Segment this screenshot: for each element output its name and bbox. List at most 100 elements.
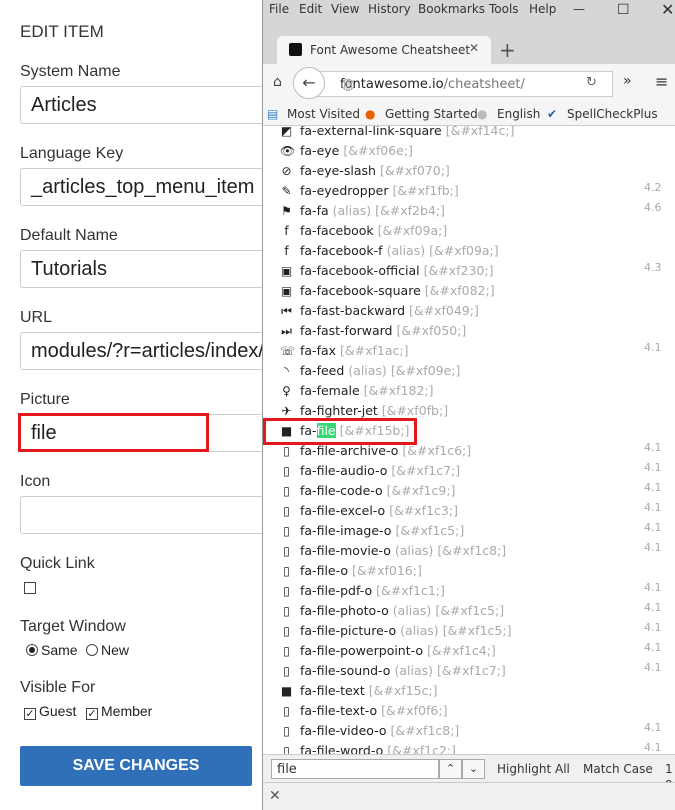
icon-class: fa-file-text — [300, 683, 365, 698]
unicode-code: [&#xf1c3;] — [389, 503, 458, 518]
icon-list-item: ▯ fa-file-excel-o [&#xf1c3;] 4.1 — [263, 501, 675, 521]
icon-name: fa-file-word-o [&#xf1c2;] — [300, 743, 456, 754]
version-label: 4.1 — [644, 341, 662, 354]
icon-list-item: ▯ fa-file-powerpoint-o [&#xf1c4;] 4.1 — [263, 641, 675, 661]
home-icon[interactable]: ⌂ — [273, 74, 282, 90]
unicode-code: [&#xf1c6;] — [402, 443, 472, 458]
menu-history[interactable]: History — [368, 2, 411, 16]
back-icon[interactable]: ← — [293, 67, 325, 99]
unicode-code: [&#xf1c7;] — [391, 463, 461, 478]
icon-name: fa-file-archive-o [&#xf1c6;] — [300, 443, 471, 458]
icon-name: fa-file-pdf-o [&#xf1c1;] — [300, 583, 445, 598]
icon-class: fa-file-image-o — [300, 523, 392, 538]
menu-file[interactable]: File — [269, 2, 289, 16]
version-label: 4.1 — [644, 661, 662, 674]
form-title: EDIT ITEM — [20, 22, 104, 41]
unicode-code: [&#xf1c8;] — [390, 723, 460, 738]
icon-class: fa-fax — [300, 343, 337, 358]
bookmark-getting-started[interactable]: Getting Started — [385, 107, 478, 121]
alias-tag: (alias) — [394, 663, 433, 678]
bookmark-spellcheckplus[interactable]: SpellCheckPlus — [567, 107, 658, 121]
reload-icon[interactable]: ↻ — [586, 75, 597, 90]
hamburger-menu-icon[interactable]: ≡ — [655, 72, 668, 91]
visible-guest-checkbox[interactable]: ✓ Guest — [24, 703, 76, 720]
icon-list-item: ✎ fa-eyedropper [&#xf1fb;] 4.2 — [263, 181, 675, 201]
match-case-toggle[interactable]: Match Case — [583, 762, 653, 776]
maximize-icon[interactable]: ☐ — [617, 2, 630, 18]
glyph-icon: f — [284, 224, 289, 238]
icon-list-item: ▯ fa-file-sound-o (alias) [&#xf1c7;] 4.1 — [263, 661, 675, 681]
tab-title: Font Awesome Cheatsheet — [310, 43, 471, 57]
glyph-icon: ◩ — [280, 126, 293, 138]
save-changes-button[interactable]: SAVE CHANGES — [20, 746, 252, 786]
unicode-code: [&#xf06e;] — [343, 143, 413, 158]
glyph-icon: ♀ — [282, 384, 291, 398]
version-label: 4.1 — [644, 721, 662, 734]
close-find-icon[interactable]: ✕ — [269, 788, 281, 804]
icon-name: fa-external-link-square [&#xf14c;] — [300, 126, 514, 138]
alias-tag: (alias) — [394, 543, 434, 558]
find-next-button[interactable]: ⌄ — [462, 759, 485, 779]
glyph-icon: ▣ — [280, 284, 293, 298]
glyph-icon: ☏ — [280, 344, 296, 358]
url-input[interactable]: modules/?r=articles/index/ — [20, 332, 280, 370]
glyph-icon: ▣ — [280, 264, 293, 278]
unicode-code: [&#xf1c1;] — [376, 583, 445, 598]
target-same-label: Same — [41, 642, 78, 658]
menu-bookmarks[interactable]: Bookmarks — [418, 2, 485, 16]
highlight-box — [18, 413, 209, 452]
language-key-input[interactable]: _articles_top_menu_item — [20, 168, 280, 206]
new-tab-icon[interactable]: + — [499, 38, 516, 62]
target-same-radio[interactable]: Same — [26, 642, 78, 658]
icon-class: fa-eyedropper — [300, 183, 389, 198]
icon-class: fa-file-picture-o — [300, 623, 397, 638]
glyph-icon: ⊘ — [281, 164, 292, 178]
menu-view[interactable]: View — [331, 2, 359, 16]
glyph-icon: ■ — [280, 684, 293, 698]
icon-name: fa-fast-backward [&#xf049;] — [300, 303, 479, 318]
version-label: 4.1 — [644, 541, 662, 554]
menu-edit[interactable]: Edit — [299, 2, 322, 16]
icon-name: fa-eye [&#xf06e;] — [300, 143, 413, 158]
close-window-icon[interactable]: ✕ — [661, 0, 674, 19]
visible-member-checkbox[interactable]: ✓ Member — [86, 703, 152, 720]
system-name-label: System Name — [20, 63, 121, 80]
highlight-all-toggle[interactable]: Highlight All — [497, 762, 570, 776]
glyph-icon: ▯ — [283, 744, 290, 754]
icon-name: fa-fighter-jet [&#xf0fb;] — [300, 403, 448, 418]
icon-list-item: ▯ fa-file-word-o [&#xf1c2;] 4.1 — [263, 741, 675, 754]
icon-name: fa-female [&#xf182;] — [300, 383, 434, 398]
icon-class: fa-file-photo-o — [300, 603, 389, 618]
icon-list-item: ⏭ fa-fast-forward [&#xf050;] — [263, 321, 675, 341]
default-name-input[interactable]: Tutorials — [20, 250, 280, 288]
tab-font-awesome[interactable]: Font Awesome Cheatsheet ✕ — [277, 36, 491, 64]
icon-class: fa-facebook-square — [300, 283, 421, 298]
system-name-input[interactable]: Articles — [20, 86, 280, 124]
icon-list-item: ◝ fa-feed (alias) [&#xf09e;] — [263, 361, 675, 381]
icon-list-item: ▯ fa-file-picture-o (alias) [&#xf1c5;] 4… — [263, 621, 675, 641]
glyph-icon: ▯ — [283, 624, 290, 638]
find-previous-button[interactable]: ⌃ — [439, 759, 462, 779]
bookmark-most-visited[interactable]: Most Visited — [287, 107, 360, 121]
icon-list-item: ⚑ fa-fa (alias) [&#xf2b4;] 4.6 — [263, 201, 675, 221]
bookmark-english[interactable]: English — [497, 107, 540, 121]
icon-name: fa-fast-forward [&#xf050;] — [300, 323, 466, 338]
find-input[interactable]: file — [271, 759, 439, 779]
icon-list-item: ▯ fa-file-image-o [&#xf1c5;] 4.1 — [263, 521, 675, 541]
minimize-icon[interactable]: — — [573, 2, 585, 16]
version-label: 4.1 — [644, 621, 662, 634]
overflow-icon[interactable]: » — [623, 73, 632, 89]
default-name-label: Default Name — [20, 227, 118, 244]
version-label: 4.1 — [644, 521, 662, 534]
glyph-icon: ◝ — [284, 364, 289, 378]
target-new-radio[interactable]: New — [86, 642, 129, 658]
close-tab-icon[interactable]: ✕ — [469, 41, 479, 55]
icon-class: fa-file-video-o — [300, 723, 387, 738]
version-label: 4.2 — [644, 181, 662, 194]
quick-link-checkbox[interactable] — [24, 582, 36, 594]
menu-help[interactable]: Help — [529, 2, 556, 16]
icon-list-item: ▯ fa-file-o [&#xf016;] — [263, 561, 675, 581]
icon-class: fa-facebook — [300, 223, 374, 238]
menu-tools[interactable]: Tools — [489, 2, 519, 16]
icon-input[interactable] — [20, 496, 280, 534]
